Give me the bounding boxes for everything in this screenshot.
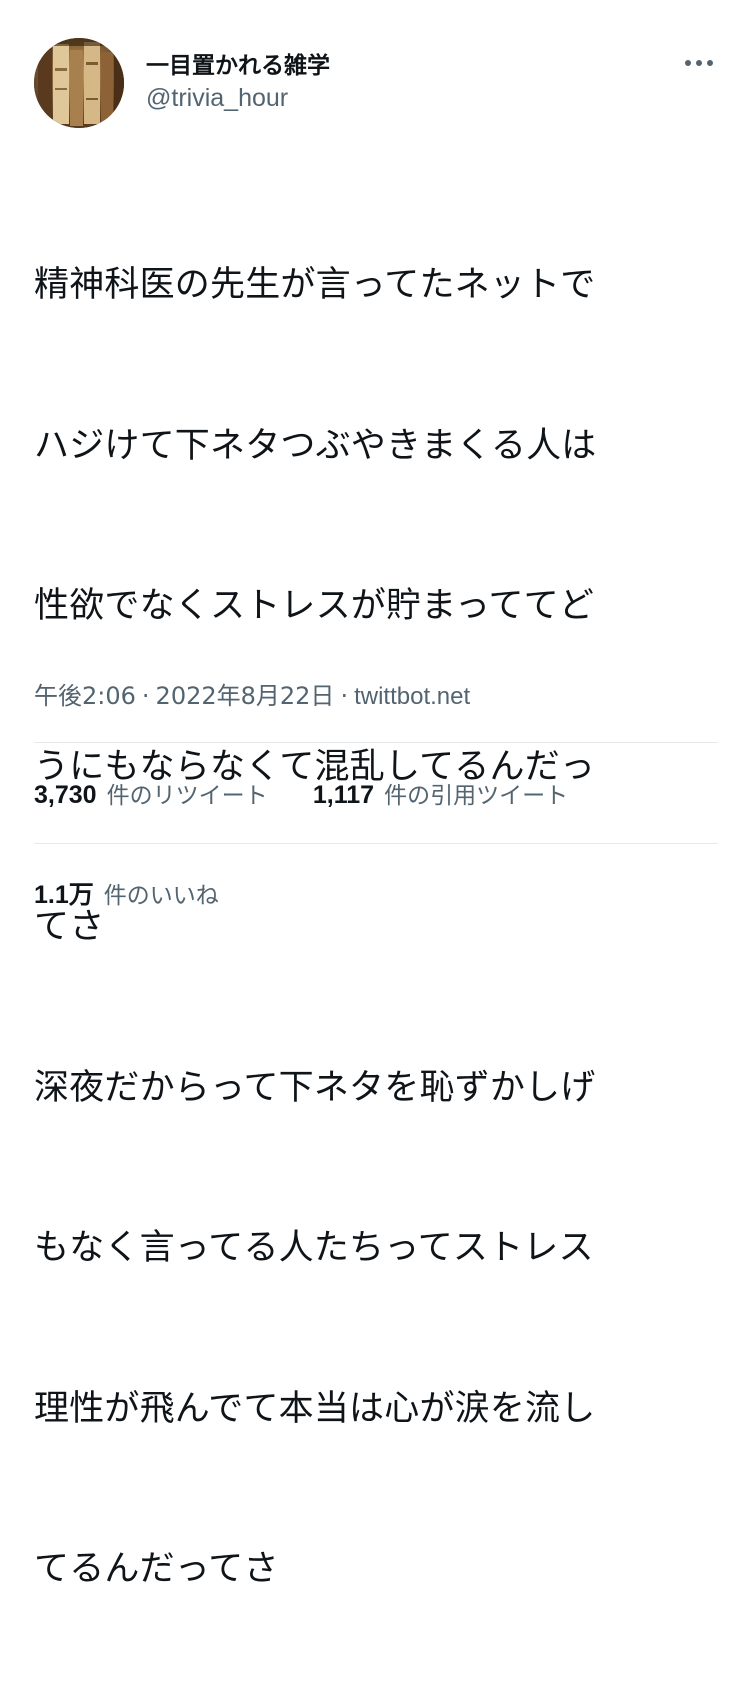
retweet-count: 3,730: [34, 781, 97, 809]
display-name[interactable]: 一目置かれる雑学: [146, 46, 330, 80]
like-count: 1.1万: [34, 881, 94, 909]
tweet-text-line: ハジけて下ネタつぶやきまくる人は: [34, 425, 597, 466]
meta-separator: ·: [340, 682, 349, 710]
quote-count: 1,117: [312, 781, 375, 809]
tweet-text-line: もなく言ってる人たちってストレス: [34, 1228, 594, 1268]
user-handle[interactable]: @trivia_hour: [146, 84, 288, 113]
quotes-stat[interactable]: 1,117 件の引用ツイート: [313, 776, 568, 810]
tweet-text-line: 深夜だからって下ネタを恥ずかしげ: [34, 1067, 596, 1108]
divider: [34, 742, 718, 743]
bookshelf-avatar-icon: [34, 38, 124, 128]
quote-label: 件の引用ツイート: [384, 783, 569, 809]
stats-row: 1.1万 件のいいね: [34, 875, 219, 911]
stats-row: 3,730 件のリツイート 1,117 件の引用ツイート: [34, 776, 568, 810]
more-horizontal-icon: [685, 60, 713, 66]
tweet-meta: 午後2:06 · 2022年8月22日 · twittbot.net: [34, 676, 470, 711]
more-options-button[interactable]: [682, 48, 716, 78]
tweet-detail: 一目置かれる雑学 @trivia_hour 精神科医の先生が言ってたネットで ハ…: [0, 0, 750, 1589]
tweet-source-link[interactable]: twittbot.net: [354, 683, 470, 710]
tweet-date[interactable]: 2022年8月22日: [156, 682, 335, 710]
tweet-text-line: 精神科医の先生が言ってたネットで: [34, 265, 596, 305]
likes-stat[interactable]: 1.1万 件のいいね: [34, 875, 219, 911]
retweet-label: 件のリツイート: [106, 783, 268, 809]
avatar[interactable]: [34, 38, 124, 128]
tweet-text-line: 理性が飛んでて本当は心が涙を流し: [34, 1388, 596, 1429]
tweet-text-line: てるんだってさ: [34, 1549, 279, 1589]
like-label: 件のいいね: [103, 883, 219, 909]
tweet-text: 精神科医の先生が言ってたネットで ハジけて下ネタつぶやきまくる人は 性欲でなくス…: [34, 152, 704, 1704]
tweet-text-line: 性欲でなくストレスが貯まっててど: [34, 586, 595, 626]
tweet-time[interactable]: 午後2:06: [34, 682, 136, 710]
meta-separator: ·: [141, 682, 150, 710]
retweets-stat[interactable]: 3,730 件のリツイート: [34, 776, 268, 810]
tweet-header: 一目置かれる雑学 @trivia_hour: [34, 38, 724, 128]
divider: [34, 843, 718, 844]
